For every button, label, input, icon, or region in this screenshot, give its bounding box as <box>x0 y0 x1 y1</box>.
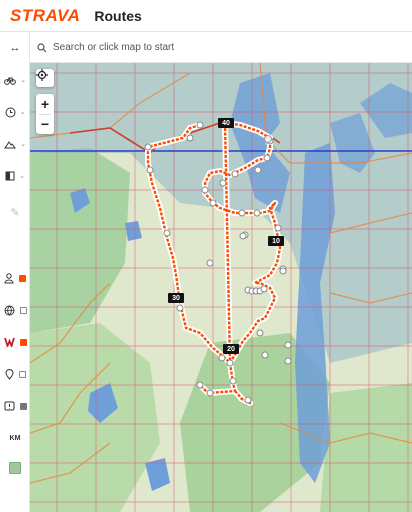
checkbox-checked[interactable] <box>19 274 26 282</box>
expand-arrows-icon: ↔ <box>9 42 21 54</box>
map-canvas[interactable] <box>30 63 412 512</box>
zoom-out-button[interactable]: − <box>36 114 54 134</box>
chevron-down-icon: ⌄ <box>20 141 26 148</box>
pencil-icon: ✎ <box>10 206 20 219</box>
locate-me-button[interactable] <box>36 69 54 87</box>
distance-marker: 20 <box>223 344 239 354</box>
chevron-down-icon: ⌄ <box>19 109 26 116</box>
sport-type-dropdown[interactable]: ⌄ <box>0 70 30 90</box>
units-toggle[interactable]: KM <box>0 428 30 448</box>
globe-icon <box>4 305 14 316</box>
chevron-down-icon: ⌄ <box>20 77 26 84</box>
pin-icon <box>4 368 14 380</box>
location-search-bar <box>30 33 412 63</box>
routing-preference-dropdown[interactable]: ⌄ <box>0 102 30 122</box>
elevation-dropdown[interactable]: ⌄ <box>0 134 30 154</box>
zoom-controls: + − <box>36 94 54 134</box>
layer-toggle-poi[interactable] <box>0 396 30 416</box>
distance-marker-label: 20 <box>227 345 235 353</box>
checkbox-checked[interactable] <box>19 402 27 410</box>
distance-marker-label: 10 <box>272 237 280 245</box>
distance-marker-label: 40 <box>222 119 230 127</box>
map-type-toggle[interactable] <box>0 458 30 478</box>
heatmap-icon <box>3 337 15 347</box>
strava-routes-app: STRAVA Routes ↔ ⌄ ⌄ ⌄ ⌄ ✎ KM Search or c… <box>0 0 412 512</box>
elevation-icon <box>4 140 17 148</box>
poi-icon <box>4 401 14 410</box>
zoom-in-button[interactable]: + <box>36 94 54 114</box>
bike-icon <box>4 77 16 85</box>
layer-toggle-pins[interactable] <box>0 364 30 384</box>
zoom-in-label: + <box>40 96 50 112</box>
surface-dropdown[interactable]: ⌄ <box>0 166 30 186</box>
units-label: KM <box>9 434 21 442</box>
search-input[interactable] <box>53 42 353 53</box>
layer-toggle-people[interactable] <box>0 268 30 288</box>
chevron-down-icon: ⌄ <box>19 173 25 180</box>
surface-icon <box>5 171 15 181</box>
page-title: Routes <box>94 7 142 24</box>
distance-marker: 40 <box>218 118 234 128</box>
layer-toggle-global-heatmap[interactable] <box>0 300 30 320</box>
person-icon <box>4 272 14 283</box>
clock-icon <box>5 107 16 117</box>
draw-mode-button[interactable]: ✎ <box>0 202 30 222</box>
terrain-map-icon <box>9 462 21 474</box>
strava-logo[interactable]: STRAVA <box>10 6 80 26</box>
expand-sidebar-button[interactable]: ↔ <box>0 38 30 58</box>
distance-marker: 30 <box>168 293 184 303</box>
checkbox-unchecked[interactable] <box>18 370 26 378</box>
distance-marker-label: 30 <box>172 294 180 302</box>
distance-marker: 10 <box>268 236 284 246</box>
app-header: STRAVA Routes <box>0 0 412 32</box>
route-map[interactable]: 40 10 30 20 + − <box>30 63 412 512</box>
zoom-out-label: − <box>40 116 50 132</box>
checkbox-checked[interactable] <box>19 338 27 346</box>
checkbox-unchecked[interactable] <box>19 306 27 314</box>
search-icon <box>37 42 47 52</box>
forest-area <box>320 383 412 512</box>
layer-toggle-heatmap[interactable] <box>0 332 30 352</box>
route-start-marker[interactable] <box>264 135 272 143</box>
crosshair-icon <box>36 69 48 81</box>
route-options-sidebar: ↔ ⌄ ⌄ ⌄ ⌄ ✎ KM <box>0 32 30 512</box>
